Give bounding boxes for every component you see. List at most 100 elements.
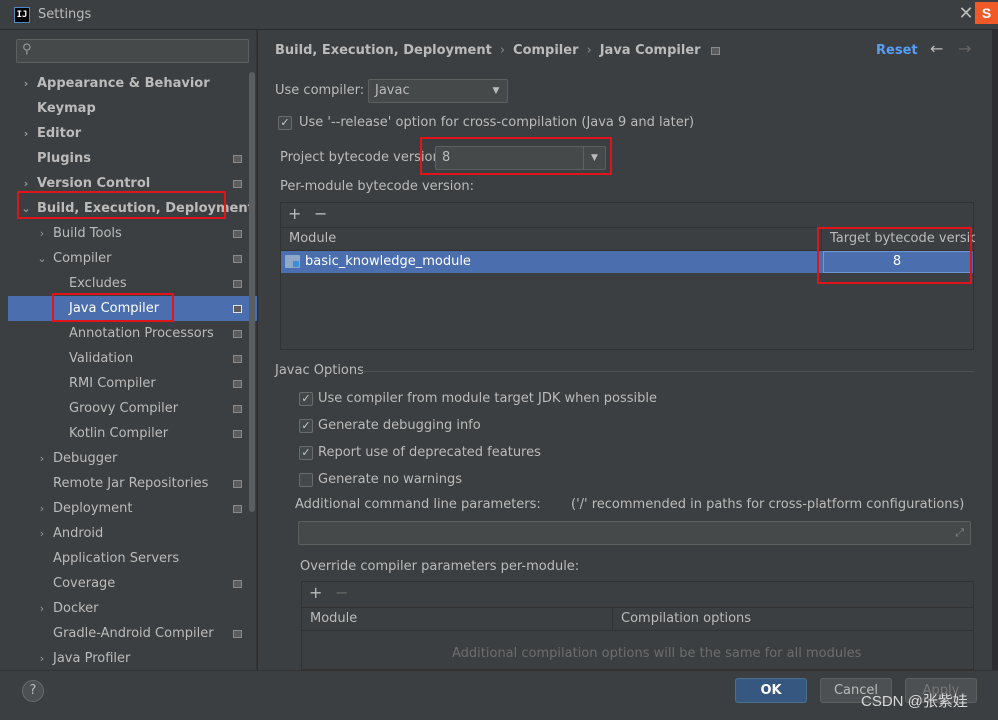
use-compiler-value: Javac [375,83,410,98]
reset-link[interactable]: Reset [876,43,918,58]
sidebar-item-label: Compiler [53,251,112,266]
javac-options-title: Javac Options [275,363,364,378]
forward-arrow-icon[interactable]: → [958,39,971,58]
sidebar-item[interactable]: Groovy Compiler [8,396,257,421]
chevron-right-icon[interactable]: › [20,121,32,146]
help-button[interactable]: ? [22,680,44,702]
sidebar-item[interactable]: › Build Tools [8,221,257,246]
sidebar-item[interactable]: › Debugger [8,446,257,471]
sidebar-item[interactable]: › Editor [8,121,257,146]
sidebar-item[interactable]: › Appearance & Behavior [8,71,257,96]
breadcrumb-item[interactable]: Compiler [513,43,578,58]
additional-params-input[interactable]: ⤢ [298,521,971,545]
chevron-right-icon[interactable]: › [20,171,32,196]
check-icon: ✓ [301,392,311,405]
column-header-module[interactable]: Module [302,608,612,630]
chevron-down-icon[interactable]: ⌄ [36,246,48,271]
table-row[interactable]: basic_knowledge_module 8 [281,251,973,273]
add-icon[interactable]: + [309,583,322,602]
sidebar-item[interactable]: Keymap [8,96,257,121]
project-level-icon [233,255,242,263]
project-level-icon [233,630,242,638]
option-checkbox[interactable] [299,473,313,487]
sidebar-item[interactable]: Annotation Processors [8,321,257,346]
empty-table-message: Additional compilation options will be t… [452,646,862,661]
breadcrumb-item: Java Compiler [599,43,701,58]
project-level-icon [233,380,242,388]
sidebar-item[interactable]: RMI Compiler [8,371,257,396]
sidebar-scrollbar[interactable] [249,72,255,512]
breadcrumb-separator: › [586,43,592,58]
sidebar-item-label: Plugins [37,151,91,166]
chevron-right-icon[interactable]: › [20,71,32,96]
column-header-module[interactable]: Module [281,228,821,250]
project-level-icon [233,280,242,288]
sidebar-item[interactable]: › Android [8,521,257,546]
remove-icon[interactable]: − [314,204,327,223]
sidebar-item-label: Docker [53,601,99,616]
option-checkbox[interactable]: ✓ [299,446,313,460]
chevron-down-icon: ▼ [492,86,500,96]
sidebar-item-label: Debugger [53,451,118,466]
window-title: Settings [38,7,92,22]
sidebar-item[interactable]: › Java Profiler [8,646,257,671]
option-label: Generate debugging info [318,418,481,433]
project-bytecode-select[interactable]: 8 ▼ [435,146,606,170]
expand-icon[interactable]: ⤢ [955,526,964,540]
sidebar-item[interactable]: Application Servers [8,546,257,571]
use-compiler-select[interactable]: Javac ▼ [368,79,508,103]
option-label: Generate no warnings [318,472,463,487]
chevron-right-icon[interactable]: › [36,521,48,546]
option-checkbox[interactable]: ✓ [299,392,313,406]
sidebar-item-label: Validation [69,351,134,366]
check-icon: ✓ [280,116,290,129]
sidebar-item[interactable]: › Deployment [8,496,257,521]
option-checkbox[interactable]: ✓ [299,419,313,433]
section-divider [362,371,974,372]
sidebar-item[interactable]: › Version Control [8,171,257,196]
project-bytecode-value: 8 [442,150,451,165]
sidebar-item[interactable]: ⌄ Compiler [8,246,257,271]
chevron-right-icon[interactable]: › [36,446,48,471]
search-input[interactable]: ⚲ [16,39,249,63]
sidebar-item[interactable]: Remote Jar Repositories [8,471,257,496]
project-level-icon [233,430,242,438]
breadcrumb-separator: › [499,43,506,58]
settings-sidebar: ⚲ › Appearance & Behavior Keymap › Editor Plu… [8,30,257,670]
sidebar-item[interactable]: Coverage [8,571,257,596]
sidebar-item[interactable]: Validation [8,346,257,371]
additional-params-hint: ('/' recommended in paths for cross-plat… [571,497,965,512]
chevron-right-icon[interactable]: › [36,646,48,671]
project-level-icon [233,355,242,363]
chevron-down-icon[interactable]: ⌄ [20,196,32,221]
back-arrow-icon[interactable]: ← [930,39,943,58]
sidebar-item-label: Excludes [69,276,127,291]
ok-button[interactable]: OK [735,678,807,703]
project-level-icon [233,580,242,588]
sidebar-item-label: RMI Compiler [69,376,156,391]
dialog-footer: ? OK Cancel Apply [0,670,998,720]
project-level-icon [233,230,242,238]
column-header-options[interactable]: Compilation options [612,608,975,630]
sidebar-item[interactable]: Kotlin Compiler [8,421,257,446]
sidebar-item-label: Java Compiler [69,301,160,316]
add-icon[interactable]: + [288,204,301,223]
sidebar-item[interactable]: Excludes [8,271,257,296]
target-version-cell[interactable]: 8 [823,251,971,273]
sidebar-item[interactable]: Gradle-Android Compiler [8,621,257,646]
column-header-target[interactable]: Target bytecode version [821,228,975,250]
sidebar-item-label: Build, Execution, Deployment [37,201,254,216]
project-level-icon [233,330,242,338]
project-level-icon [233,155,242,163]
sidebar-item[interactable]: Java Compiler [8,296,257,321]
release-option-checkbox[interactable]: ✓ [278,116,292,130]
sidebar-item[interactable]: ⌄ Build, Execution, Deployment [8,196,257,221]
close-icon[interactable]: ✕ [955,3,977,25]
project-level-icon [233,405,242,413]
breadcrumb-item[interactable]: Build, Execution, Deployment [275,43,492,58]
sidebar-item[interactable]: Plugins [8,146,257,171]
chevron-right-icon[interactable]: › [36,496,48,521]
chevron-right-icon[interactable]: › [36,221,48,246]
sidebar-item[interactable]: › Docker [8,596,257,621]
chevron-right-icon[interactable]: › [36,596,48,621]
